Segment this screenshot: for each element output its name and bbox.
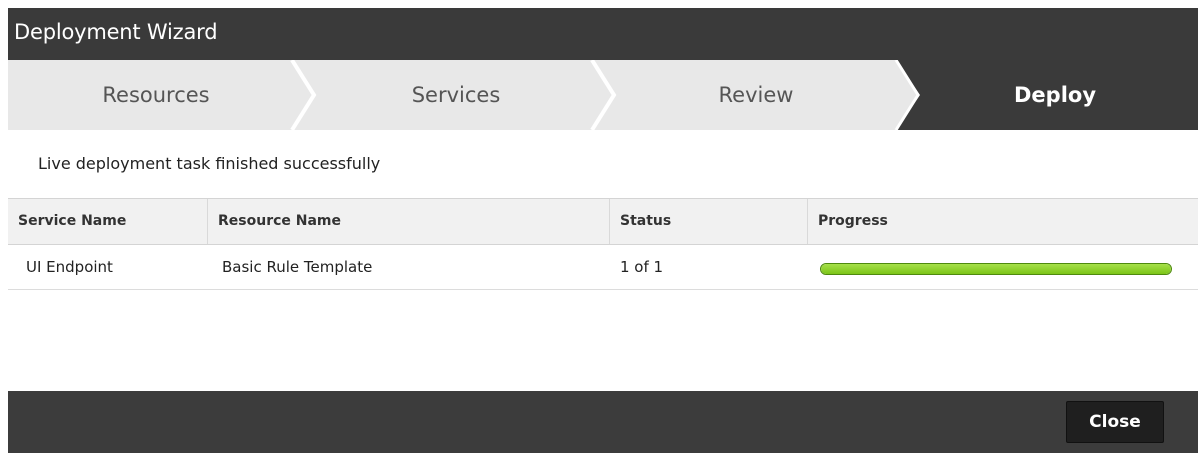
progress-bar-fill <box>821 264 1171 274</box>
column-header-status[interactable]: Status <box>610 199 808 244</box>
column-header-resource-name[interactable]: Resource Name <box>208 199 610 244</box>
step-deploy[interactable]: Deploy <box>912 60 1198 130</box>
background-margin <box>0 0 8 453</box>
deployment-wizard-dialog: Deployment Wizard Resources Services Rev… <box>8 8 1198 453</box>
close-button[interactable]: Close <box>1066 401 1164 443</box>
step-services[interactable]: Services <box>308 60 604 130</box>
progress-bar <box>820 263 1172 275</box>
window-title: Deployment Wizard <box>14 20 218 44</box>
column-header-service-name[interactable]: Service Name <box>8 199 208 244</box>
cell-status: 1 of 1 <box>620 258 664 276</box>
column-header-progress[interactable]: Progress <box>808 199 1198 244</box>
title-bar[interactable]: Deployment Wizard <box>8 8 1198 60</box>
cell-service-name: UI Endpoint <box>26 258 113 276</box>
cell-resource-name: Basic Rule Template <box>222 258 373 276</box>
status-message: Live deployment task finished successful… <box>38 154 381 173</box>
table-row[interactable]: UI Endpoint Basic Rule Template 1 of 1 <box>8 245 1198 290</box>
dialog-footer: Close <box>8 391 1198 453</box>
wizard-steps: Resources Services Review Deploy <box>8 60 1198 130</box>
table-header: Service Name Resource Name Status Progre… <box>8 198 1198 245</box>
step-resources[interactable]: Resources <box>8 60 304 130</box>
step-review[interactable]: Review <box>608 60 904 130</box>
